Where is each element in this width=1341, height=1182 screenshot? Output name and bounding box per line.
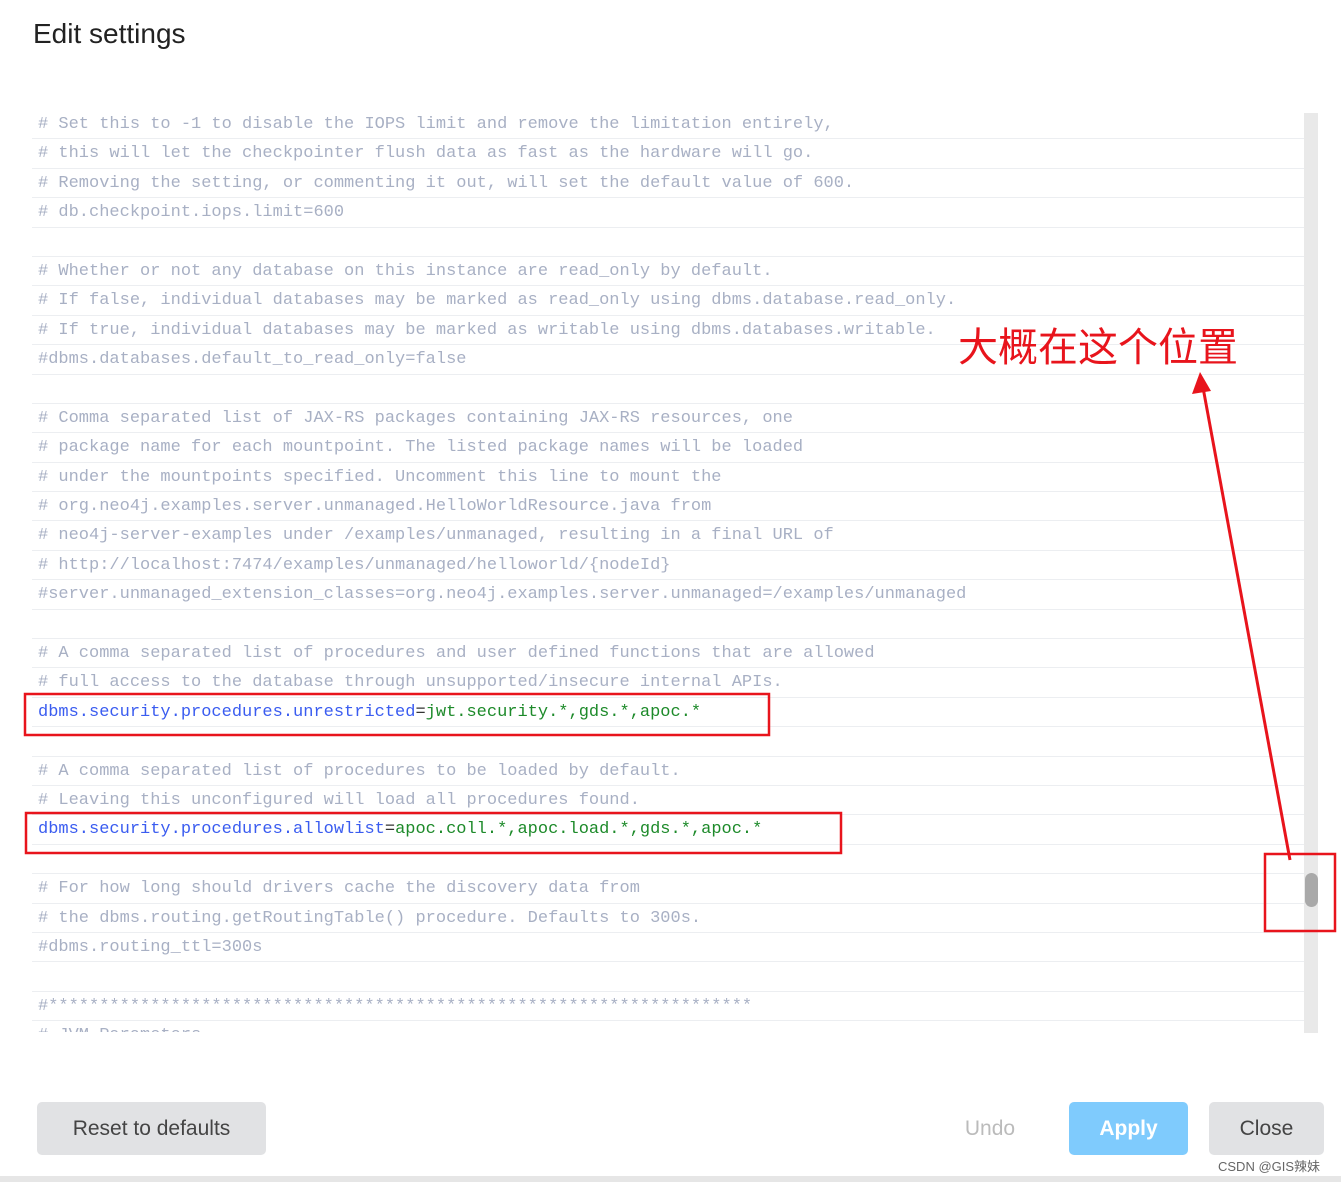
blank-line[interactable]: [32, 845, 1304, 875]
comment-line[interactable]: # this will let the checkpointer flush d…: [32, 139, 1304, 169]
close-button[interactable]: Close: [1209, 1102, 1324, 1155]
comment-line[interactable]: # For how long should drivers cache the …: [32, 874, 1304, 904]
setting-key: dbms.security.procedures.allowlist: [38, 820, 385, 840]
comment-line[interactable]: # full access to the database through un…: [32, 668, 1304, 698]
blank-line[interactable]: [32, 610, 1304, 640]
comment-line[interactable]: #dbms.routing_ttl=300s: [32, 933, 1304, 963]
blank-line[interactable]: [32, 962, 1304, 992]
apply-button[interactable]: Apply: [1069, 1102, 1188, 1155]
comment-line[interactable]: # Comma separated list of JAX-RS package…: [32, 404, 1304, 434]
setting-key: dbms.security.procedures.unrestricted: [38, 702, 416, 722]
comment-line[interactable]: #***************************************…: [32, 992, 1304, 1022]
comment-line[interactable]: # A comma separated list of procedures t…: [32, 757, 1304, 786]
comment-line[interactable]: # Whether or not any database on this in…: [32, 257, 1304, 287]
blank-line[interactable]: [32, 727, 1304, 757]
reset-to-defaults-button[interactable]: Reset to defaults: [37, 1102, 266, 1155]
equals-sign: =: [384, 820, 396, 840]
comment-line[interactable]: # neo4j-server-examples under /examples/…: [32, 521, 1304, 551]
equals-sign: =: [415, 702, 426, 722]
undo-button[interactable]: Undo: [940, 1102, 1040, 1155]
comment-line[interactable]: # Leaving this unconfigured will load al…: [32, 786, 1304, 816]
blank-line[interactable]: [32, 375, 1304, 404]
setting-value: apoc.coll.*,apoc.load.*,gds.*,apoc.*: [395, 820, 763, 840]
bottom-bar: [0, 1176, 1341, 1182]
settings-editor[interactable]: # Set this to -1 to disable the IOPS lim…: [32, 110, 1304, 1032]
comment-line[interactable]: # A comma separated list of procedures a…: [32, 639, 1304, 669]
setting-value: jwt.security.*,gds.*,apoc.*: [425, 702, 702, 722]
comment-line[interactable]: # the dbms.routing.getRoutingTable() pro…: [32, 904, 1304, 933]
dialog-title: Edit settings: [33, 18, 186, 49]
comment-line[interactable]: # org.neo4j.examples.server.unmanaged.He…: [32, 492, 1304, 522]
comment-line[interactable]: #server.unmanaged_extension_classes=org.…: [32, 580, 1304, 610]
annotation-label: 大概在这个位置: [958, 325, 1238, 371]
comment-line[interactable]: # If false, individual databases may be …: [32, 286, 1304, 316]
comment-line[interactable]: # JVM Parameters: [32, 1021, 1304, 1032]
comment-line[interactable]: # http://localhost:7474/examples/unmanag…: [32, 551, 1304, 581]
comment-line[interactable]: # under the mountpoints specified. Uncom…: [32, 463, 1304, 493]
setting-line[interactable]: dbms.security.procedures.allowlist=apoc.…: [32, 815, 1304, 845]
comment-line[interactable]: # Removing the setting, or commenting it…: [32, 169, 1304, 199]
comment-line[interactable]: # Set this to -1 to disable the IOPS lim…: [32, 110, 1304, 140]
comment-line[interactable]: # package name for each mountpoint. The …: [32, 433, 1304, 463]
editor-scrollbar-thumb[interactable]: [1305, 873, 1318, 907]
watermark: CSDN @GIS辣妹: [1218, 1159, 1321, 1174]
setting-line[interactable]: dbms.security.procedures.unrestricted=jw…: [32, 698, 1304, 728]
comment-line[interactable]: # db.checkpoint.iops.limit=600: [32, 198, 1304, 228]
blank-line[interactable]: [32, 228, 1304, 257]
